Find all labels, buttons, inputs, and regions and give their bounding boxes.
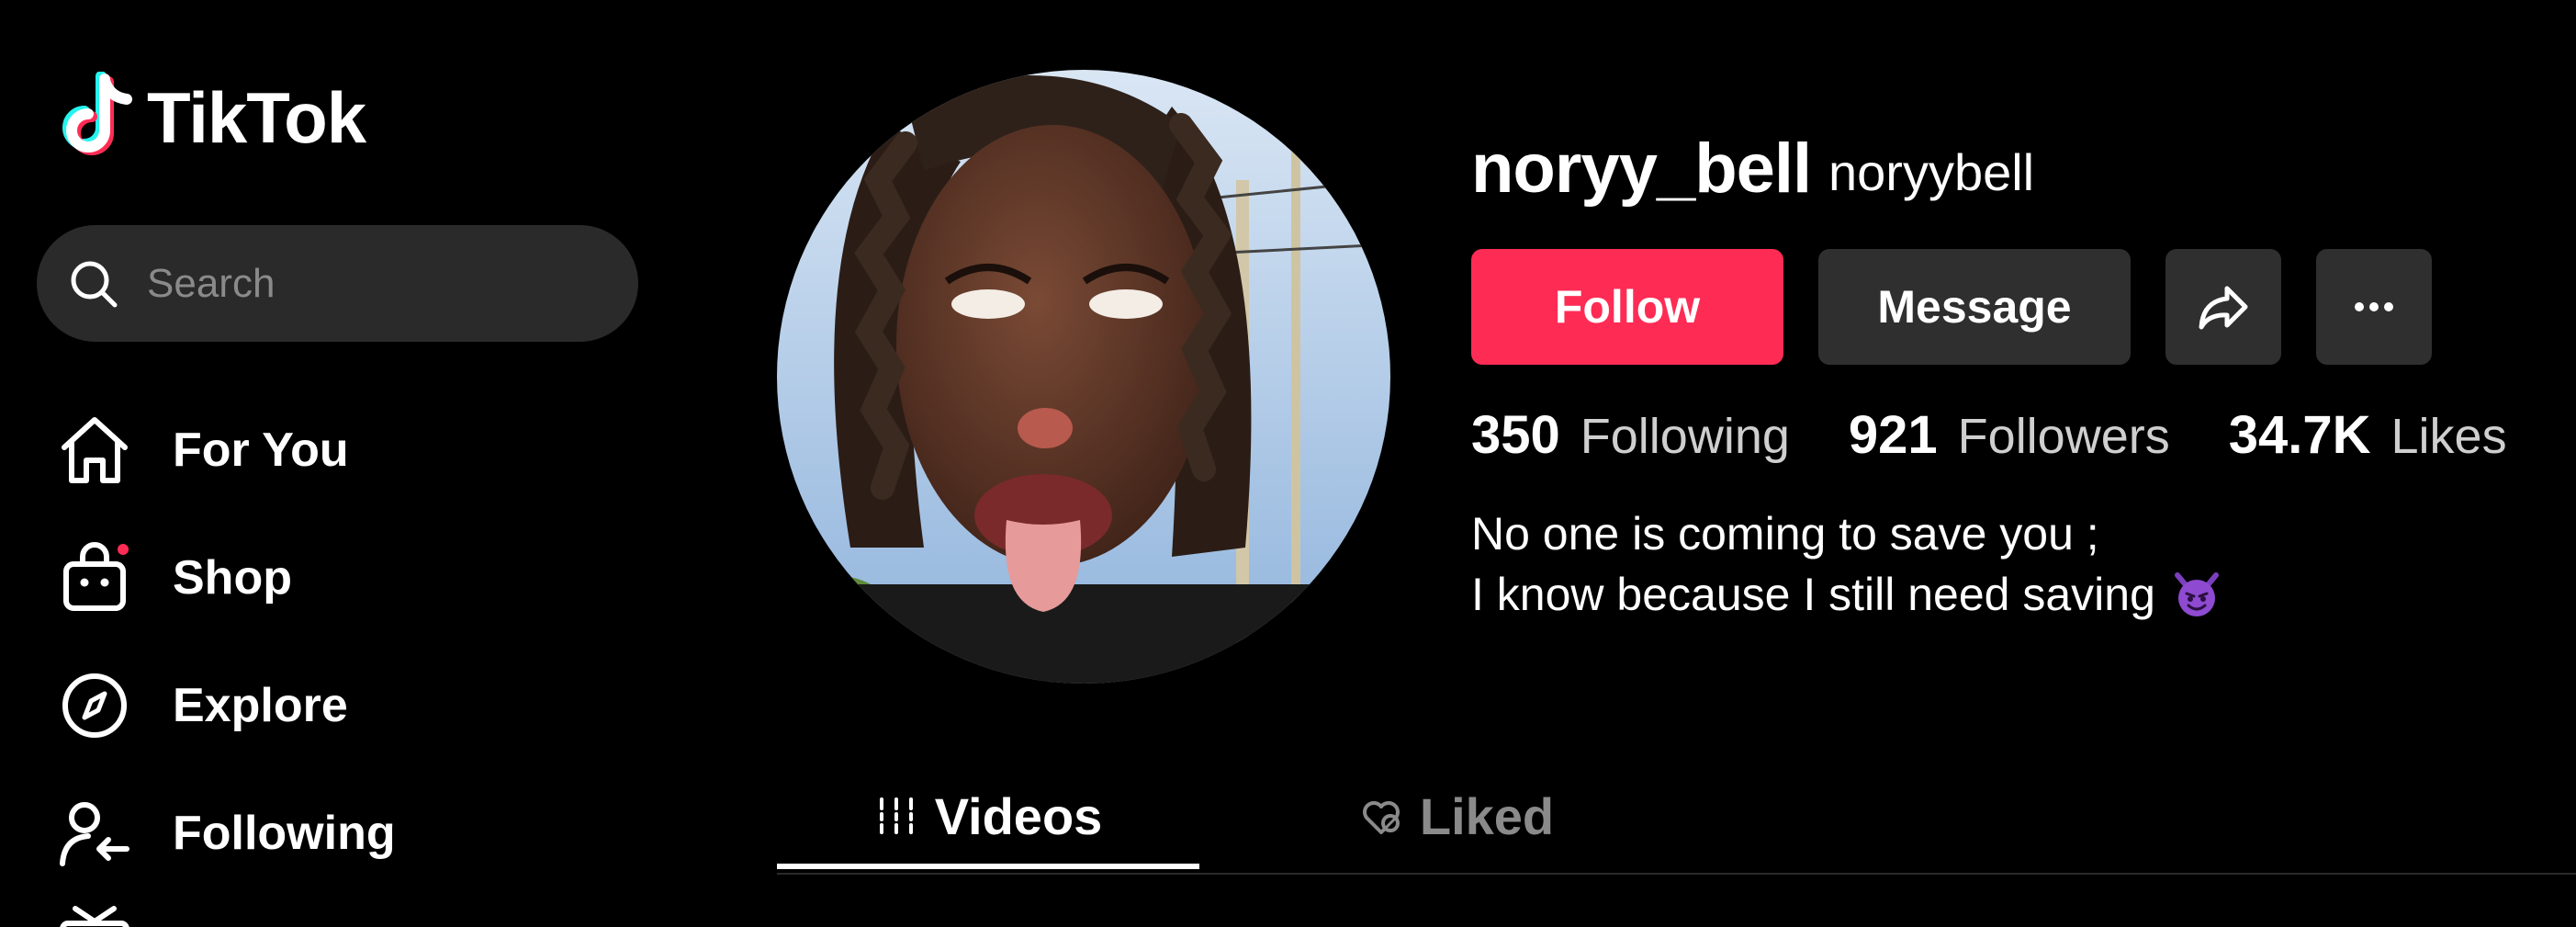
home-icon [62,416,128,483]
share-button[interactable] [2165,249,2281,365]
live-icon[interactable] [57,905,132,927]
tiktok-note-icon [62,72,132,155]
stat-value: 350 [1471,405,1560,465]
stat-label: Likes [2390,409,2507,464]
stat-label: Followers [1957,409,2170,464]
message-button[interactable]: Message [1818,249,2131,365]
tab-label: Liked [1419,786,1555,845]
sidebar-item-following[interactable]: Following [57,769,396,897]
compass-icon [62,673,127,738]
profile-actions: Follow Message [1471,249,2432,365]
liked-heart-icon [1362,801,1400,834]
likes-count: 34.7K Likes [2229,404,2507,466]
sidebar-item-explore[interactable]: Explore [57,641,396,769]
sidebar-item-label: For You [173,423,349,477]
stat-label: Following [1580,409,1790,464]
bio-line: No one is coming to save you ; [1471,508,2099,560]
tab-label: Videos [934,786,1103,845]
following-count[interactable]: 350 Following [1471,404,1790,466]
tiktok-profile-page: TikTok Search For You Shop Explore Follo… [0,0,2576,927]
profile-tabs: Videos Liked [777,763,2576,875]
sidebar-item-shop[interactable]: Shop [57,514,396,641]
profile-avatar[interactable] [777,70,1390,684]
search-icon [71,261,118,307]
more-options-button[interactable] [2316,249,2432,365]
active-tab-indicator [777,864,1199,869]
avatar-image [777,70,1390,684]
tab-videos[interactable]: Videos [777,763,1199,869]
sidebar-item-for-you[interactable]: For You [57,386,396,514]
logo-wordmark: TikTok [147,76,366,158]
tab-liked[interactable]: Liked [1245,763,1668,869]
tiktok-logo[interactable]: TikTok [57,72,366,164]
sidebar-nav: For You Shop Explore Following [57,386,396,897]
search-input[interactable]: Search [37,225,638,342]
shopping-bag-icon [57,540,132,616]
follow-button[interactable]: Follow [1471,249,1783,365]
sidebar-item-label: Following [173,806,396,860]
followers-count[interactable]: 921 Followers [1849,404,2170,466]
more-icon [2355,302,2393,311]
profile-username: noryy_bell [1471,130,1812,208]
bio-line: I know because I still need saving [1471,564,2222,625]
share-icon [2199,286,2248,330]
notification-dot [118,543,129,555]
following-user-icon [60,801,129,866]
sidebar-item-label: Explore [173,678,348,732]
grid-lines-icon [879,797,913,834]
profile-bio: No one is coming to save you ; I know be… [1471,503,2222,625]
stat-value: 34.7K [2228,405,2371,465]
profile-nickname: noryybell [1828,143,2035,201]
search-placeholder: Search [147,260,276,306]
profile-stats: 350 Following 921 Followers 34.7K Likes [1471,404,2566,466]
sidebar-item-label: Shop [173,550,292,605]
stat-value: 921 [1848,405,1938,465]
smiling-devil-emoji-icon [2174,572,2219,616]
bio-line-text: I know because I still need saving [1471,569,2155,620]
